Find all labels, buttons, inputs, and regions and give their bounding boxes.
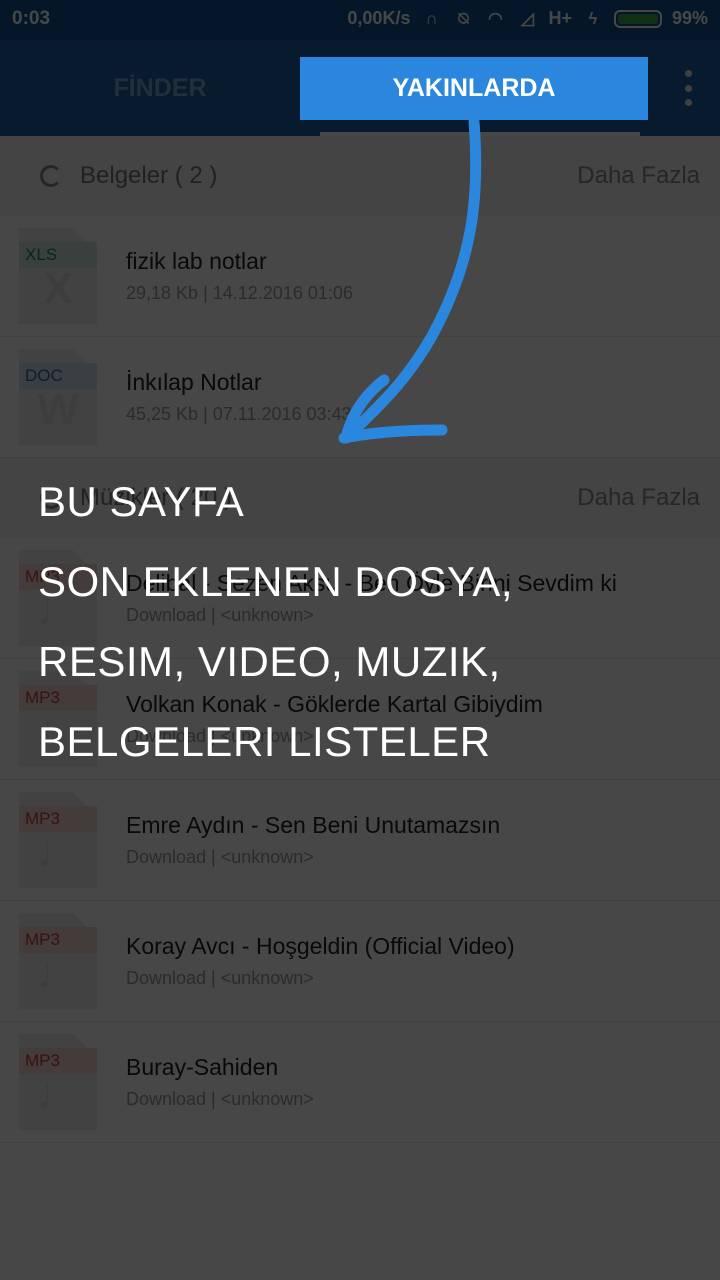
more-button[interactable]: Daha Fazla <box>577 162 700 190</box>
network-type: H+ <box>548 8 572 28</box>
music-note-icon: ♩ <box>36 1070 80 1119</box>
tutorial-line: BU SAYFA <box>38 478 245 525</box>
music-note-icon: ♩ <box>36 949 80 998</box>
signal-icon: ◿ <box>520 8 534 28</box>
refresh-icon[interactable] <box>40 165 62 187</box>
word-glyph: W <box>37 385 79 434</box>
doc-file-icon: DOC W <box>19 349 97 445</box>
file-name: Buray-Sahiden <box>126 1054 279 1080</box>
tutorial-message: BU SAYFA SON EKLENEN DOSYA, RESIM, VIDEO… <box>38 462 513 782</box>
list-item[interactable]: XLS X fizik lab notlar 29,18 Kb | 14.12.… <box>0 216 720 337</box>
mp3-file-icon: MP3 ♩ <box>19 1034 97 1130</box>
file-info: Emre Aydın - Sen Beni Unutamazsın Downlo… <box>126 812 720 868</box>
section-header-documents: Belgeler ( 2 ) Daha Fazla <box>0 136 720 216</box>
battery-icon <box>613 9 662 28</box>
section-title: Belgeler ( 2 ) <box>80 162 218 189</box>
overflow-menu-icon[interactable] <box>678 70 698 106</box>
file-type-label: XLS <box>25 245 58 264</box>
status-bar: 0:03 0,00K/s ∩ ⍉ ◠ ◿ H+ ϟ 99% <box>0 0 720 40</box>
file-name: Koray Avcı - Hoşgeldin (Official Video) <box>126 933 515 959</box>
charging-icon: ϟ <box>588 8 598 28</box>
xls-file-icon: XLS X <box>19 228 97 324</box>
file-type-label: MP3 <box>25 1051 60 1070</box>
list-item[interactable]: MP3 ♩ Emre Aydın - Sen Beni Unutamazsın … <box>0 780 720 901</box>
file-name: İnkılap Notlar <box>126 369 262 395</box>
tab-finder[interactable]: FİNDER <box>0 40 320 136</box>
list-item[interactable]: DOC W İnkılap Notlar 45,25 Kb | 07.11.20… <box>0 337 720 458</box>
net-speed: 0,00K/s <box>347 8 411 28</box>
file-info: Buray-Sahiden Download | <unknown> <box>126 1054 720 1110</box>
more-button[interactable]: Daha Fazla <box>577 484 700 512</box>
file-meta: Download | <unknown> <box>126 1089 314 1109</box>
headset-icon: ∩ <box>425 8 438 28</box>
file-type-label: DOC <box>25 366 63 385</box>
file-name: fizik lab notlar <box>126 248 267 274</box>
status-right: 0,00K/s ∩ ⍉ ◠ ◿ H+ ϟ 99% <box>347 8 708 29</box>
music-note-icon: ♩ <box>36 828 80 877</box>
battery-level: 99% <box>671 8 708 28</box>
status-time: 0:03 <box>12 8 51 29</box>
wifi-icon: ◠ <box>488 8 503 28</box>
file-info: fizik lab notlar 29,18 Kb | 14.12.2016 0… <box>126 248 720 304</box>
list-item[interactable]: MP3 ♩ Buray-Sahiden Download | <unknown> <box>0 1022 720 1143</box>
excel-glyph: X <box>43 264 73 313</box>
tutorial-line: BELGELERI LISTELER <box>38 718 491 765</box>
mp3-file-icon: MP3 ♩ <box>19 792 97 888</box>
file-info: Koray Avcı - Hoşgeldin (Official Video) … <box>126 933 720 989</box>
file-info: İnkılap Notlar 45,25 Kb | 07.11.2016 03:… <box>126 369 720 425</box>
file-meta: 45,25 Kb | 07.11.2016 03:43 <box>126 404 352 424</box>
list-item[interactable]: MP3 ♩ Koray Avcı - Hoşgeldin (Official V… <box>0 901 720 1022</box>
file-meta: Download | <unknown> <box>126 847 314 867</box>
mp3-file-icon: MP3 ♩ <box>19 913 97 1009</box>
file-type-label: MP3 <box>25 930 60 949</box>
file-name: Emre Aydın - Sen Beni Unutamazsın <box>126 812 501 838</box>
tutorial-line: SON EKLENEN DOSYA, <box>38 558 514 605</box>
alarm-off-icon: ⍉ <box>458 8 469 28</box>
file-meta: 29,18 Kb | 14.12.2016 01:06 <box>126 283 353 303</box>
tutorial-line: RESIM, VIDEO, MUZIK, <box>38 638 501 685</box>
highlighted-tab-recent[interactable]: YAKINLARDA <box>300 57 648 120</box>
file-meta: Download | <unknown> <box>126 968 314 988</box>
file-type-label: MP3 <box>25 809 60 828</box>
